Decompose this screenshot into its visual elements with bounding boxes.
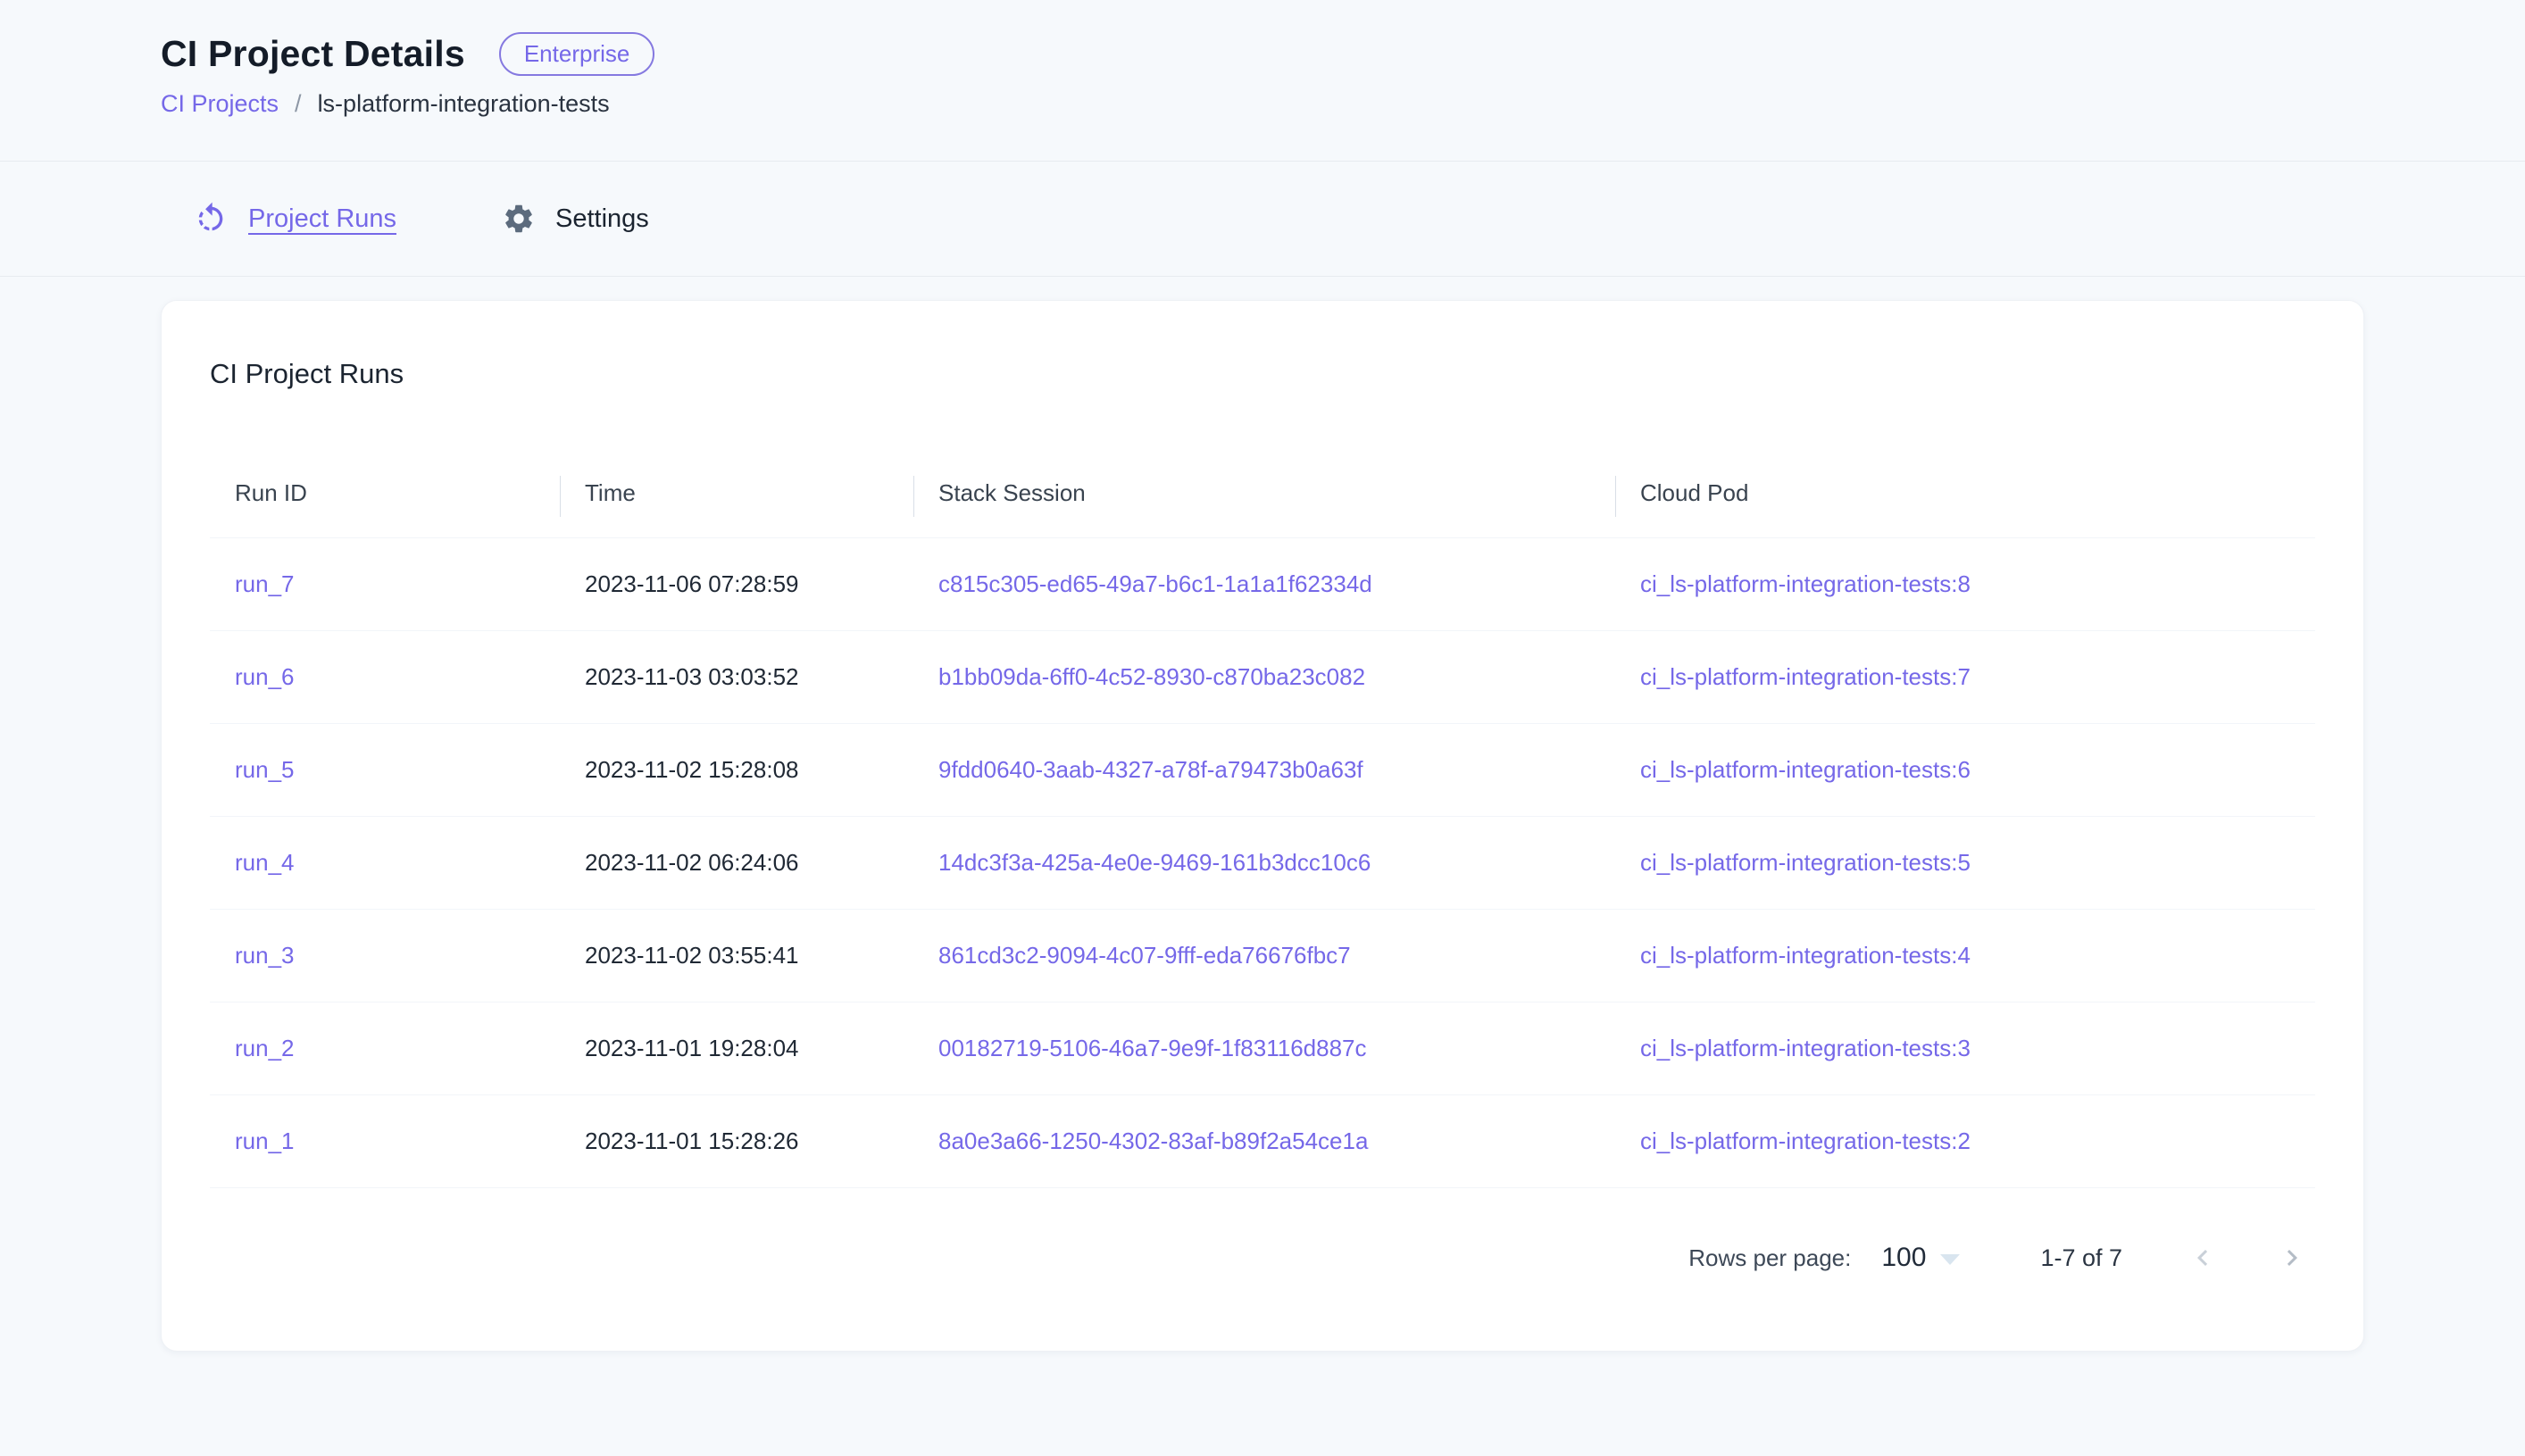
cloud-pod-link-cell: ci_ls-platform-integration-tests:7 (1615, 631, 2315, 724)
breadcrumb-current: ls-platform-integration-tests (318, 90, 610, 118)
chevron-right-icon (2276, 1242, 2308, 1274)
stack-session-link-cell: 14dc3f3a-425a-4e0e-9469-161b3dcc10c6 (913, 817, 1615, 910)
run-id-link[interactable]: run_3 (235, 942, 295, 969)
run-time: 2023-11-02 06:24:06 (560, 817, 913, 910)
cloud-pod-link[interactable]: ci_ls-platform-integration-tests:2 (1640, 1127, 1971, 1154)
run-time: 2023-11-03 03:03:52 (560, 631, 913, 724)
table-row: run_5 2023-11-02 15:28:08 9fdd0640-3aab-43… (210, 724, 2315, 817)
cloud-pod-link-cell: ci_ls-platform-integration-tests:5 (1615, 817, 2315, 910)
pagination: Rows per page: 100 1-7 of 7 (210, 1188, 2315, 1281)
stack-session-link[interactable]: c815c305-ed65-49a7-b6c1-1a1a1f62334d (938, 570, 1372, 597)
previous-page-button[interactable] (2179, 1235, 2226, 1281)
dropdown-caret-icon (1940, 1254, 1960, 1265)
cloud-pod-link[interactable]: ci_ls-platform-integration-tests:3 (1640, 1035, 1971, 1061)
page-title: CI Project Details (161, 33, 465, 75)
table-row: run_1 2023-11-01 15:28:26 8a0e3a66-1250-43… (210, 1095, 2315, 1188)
rows-per-page-label: Rows per page: (1688, 1244, 1851, 1272)
run-id-link-cell: run_5 (210, 724, 560, 817)
card-title: CI Project Runs (210, 358, 2315, 390)
run-id-link-cell: run_7 (210, 538, 560, 631)
stack-session-link-cell: 00182719-5106-46a7-9e9f-1f83116d887c (913, 1003, 1615, 1095)
table-row: run_4 2023-11-02 06:24:06 14dc3f3a-425a-4e… (210, 817, 2315, 910)
enterprise-badge: Enterprise (499, 32, 655, 76)
run-id-link-cell: run_2 (210, 1003, 560, 1095)
run-id-link-cell: run_1 (210, 1095, 560, 1188)
run-id-link[interactable]: run_6 (235, 663, 295, 690)
stack-session-link[interactable]: 00182719-5106-46a7-9e9f-1f83116d887c (938, 1035, 1367, 1061)
table-row: run_6 2023-11-03 03:03:52 b1bb09da-6ff0-4c… (210, 631, 2315, 724)
table-header-row: Run IDTimeStack SessionCloud Pod (210, 454, 2315, 538)
run-time: 2023-11-02 15:28:08 (560, 724, 913, 817)
rows-per-page-value: 100 (1881, 1243, 1926, 1273)
stack-session-link[interactable]: 9fdd0640-3aab-4327-a78f-a79473b0a63f (938, 756, 1363, 783)
gear-icon (502, 202, 536, 236)
tab-project-runs[interactable]: Project Runs (193, 201, 396, 237)
breadcrumb-link-ci-projects[interactable]: CI Projects (161, 90, 279, 118)
runs-table: Run IDTimeStack SessionCloud Pod run_7 20… (210, 454, 2315, 1188)
column-header-stack-session: Stack Session (913, 454, 1615, 538)
tab-project-runs-label: Project Runs (248, 204, 396, 234)
cloud-pod-link-cell: ci_ls-platform-integration-tests:6 (1615, 724, 2315, 817)
next-page-button[interactable] (2269, 1235, 2315, 1281)
column-header-cloud-pod: Cloud Pod (1615, 454, 2315, 538)
run-id-link[interactable]: run_2 (235, 1035, 295, 1061)
run-time: 2023-11-06 07:28:59 (560, 538, 913, 631)
run-id-link[interactable]: run_1 (235, 1127, 295, 1154)
stack-session-link-cell: b1bb09da-6ff0-4c52-8930-c870ba23c082 (913, 631, 1615, 724)
run-id-link[interactable]: run_7 (235, 570, 295, 597)
cloud-pod-link-cell: ci_ls-platform-integration-tests:3 (1615, 1003, 2315, 1095)
tab-bar: Project Runs Settings (0, 162, 2525, 277)
cloud-pod-link[interactable]: ci_ls-platform-integration-tests:7 (1640, 663, 1971, 690)
cloud-pod-link[interactable]: ci_ls-platform-integration-tests:4 (1640, 942, 1971, 969)
table-row: run_7 2023-11-06 07:28:59 c815c305-ed65-49… (210, 538, 2315, 631)
cloud-pod-link[interactable]: ci_ls-platform-integration-tests:6 (1640, 756, 1971, 783)
stack-session-link-cell: 861cd3c2-9094-4c07-9fff-eda76676fbc7 (913, 910, 1615, 1003)
pagination-range: 1-7 of 7 (2040, 1244, 2122, 1272)
stack-session-link[interactable]: 861cd3c2-9094-4c07-9fff-eda76676fbc7 (938, 942, 1351, 969)
runs-table-body: run_7 2023-11-06 07:28:59 c815c305-ed65-49… (210, 538, 2315, 1188)
title-row: CI Project Details Enterprise (161, 32, 2364, 76)
stack-session-link-cell: 8a0e3a66-1250-4302-83af-b89f2a54ce1a (913, 1095, 1615, 1188)
tab-settings-label: Settings (555, 204, 649, 234)
breadcrumb: CI Projects / ls-platform-integration-te… (161, 90, 2364, 118)
table-row: run_2 2023-11-01 19:28:04 00182719-5106-46… (210, 1003, 2315, 1095)
content: CI Project Runs Run IDTimeStack SessionC… (0, 277, 2525, 1405)
history-icon (193, 201, 229, 237)
page-header: CI Project Details Enterprise CI Project… (0, 0, 2525, 162)
run-id-link-cell: run_6 (210, 631, 560, 724)
stack-session-link[interactable]: b1bb09da-6ff0-4c52-8930-c870ba23c082 (938, 663, 1365, 690)
run-id-link[interactable]: run_5 (235, 756, 295, 783)
chevron-left-icon (2187, 1242, 2219, 1274)
stack-session-link[interactable]: 14dc3f3a-425a-4e0e-9469-161b3dcc10c6 (938, 849, 1371, 876)
run-time: 2023-11-02 03:55:41 (560, 910, 913, 1003)
cloud-pod-link-cell: ci_ls-platform-integration-tests:8 (1615, 538, 2315, 631)
cloud-pod-link[interactable]: ci_ls-platform-integration-tests:8 (1640, 570, 1971, 597)
stack-session-link[interactable]: 8a0e3a66-1250-4302-83af-b89f2a54ce1a (938, 1127, 1368, 1154)
run-id-link-cell: run_4 (210, 817, 560, 910)
cloud-pod-link-cell: ci_ls-platform-integration-tests:4 (1615, 910, 2315, 1003)
run-time: 2023-11-01 19:28:04 (560, 1003, 913, 1095)
rows-per-page-select[interactable]: 100 (1881, 1243, 1960, 1273)
cloud-pod-link[interactable]: ci_ls-platform-integration-tests:5 (1640, 849, 1971, 876)
run-time: 2023-11-01 15:28:26 (560, 1095, 913, 1188)
cloud-pod-link-cell: ci_ls-platform-integration-tests:2 (1615, 1095, 2315, 1188)
column-header-run-id: Run ID (210, 454, 560, 538)
run-id-link[interactable]: run_4 (235, 849, 295, 876)
breadcrumb-separator: / (295, 90, 302, 118)
stack-session-link-cell: c815c305-ed65-49a7-b6c1-1a1a1f62334d (913, 538, 1615, 631)
column-header-time: Time (560, 454, 913, 538)
tab-settings[interactable]: Settings (502, 202, 649, 236)
ci-project-runs-card: CI Project Runs Run IDTimeStack SessionC… (161, 300, 2364, 1352)
run-id-link-cell: run_3 (210, 910, 560, 1003)
stack-session-link-cell: 9fdd0640-3aab-4327-a78f-a79473b0a63f (913, 724, 1615, 817)
table-row: run_3 2023-11-02 03:55:41 861cd3c2-9094-4c… (210, 910, 2315, 1003)
